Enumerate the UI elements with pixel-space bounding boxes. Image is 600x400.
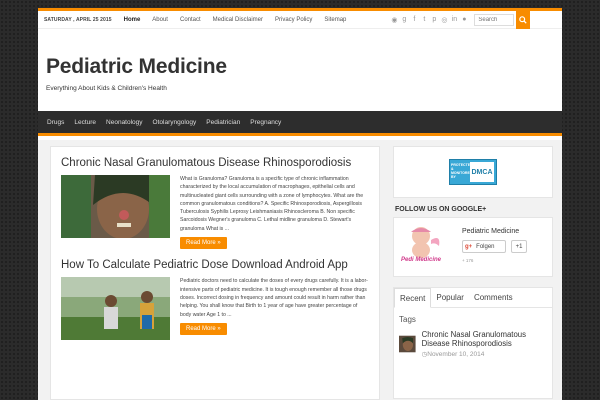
post-item: Chronic Nasal Granulomatous Disease Rhin… [51,147,379,250]
search-button[interactable] [516,10,531,29]
widget-tabs: Recent Popular Comments [394,288,552,308]
nav-drugs[interactable]: Drugs [42,119,69,126]
top-nav-privacy-policy[interactable]: Privacy Policy [269,11,318,29]
post-item: How To Calculate Pediatric Dose Download… [51,249,379,341]
nav-neonatology[interactable]: Neonatology [101,119,148,126]
read-more-button[interactable]: Read More » [180,237,227,250]
top-navigation: Home About Contact Medical Disclaimer Pr… [117,8,353,29]
follower-count: + 176 [462,258,474,263]
post-excerpt: Pediatric doctors need to calculate the … [180,278,368,318]
pinterest-icon[interactable]: p [430,16,438,24]
widget-title: FOLLOW US ON GOOGLE+ [395,206,487,213]
google-plus-icon[interactable]: g [400,16,408,24]
post-thumbnail[interactable] [61,175,170,238]
dmca-badge-logo: DMCA [470,162,494,182]
search-input[interactable] [474,13,515,26]
post-thumbnail[interactable] [61,277,170,341]
site-header: Pediatric Medicine Everything About Kids… [38,29,562,92]
top-nav-sitemap[interactable]: Sitemap [318,11,352,29]
rss-icon[interactable]: ◉ [390,16,398,24]
google-plus-widget: Pedi Medicine Pediatric Medicine g+ Folge… [393,217,553,277]
nav-otolaryngology[interactable]: Otolaryngology [148,119,202,126]
plus-one-button[interactable]: +1 [511,240,527,253]
linkedin-icon[interactable]: in [450,16,458,24]
tab-tags[interactable]: Tags [394,308,552,331]
post-title[interactable]: Chronic Nasal Granulomatous Disease Rhin… [61,157,369,169]
social-icons: ◉ g f t p ◎ in ● [390,16,468,24]
page-wrapper: SATURDAY , APRIL 25 2015 Home About Cont… [38,8,562,400]
google-plus-icon: g+ [465,243,473,250]
page-logo-image[interactable]: Pedi Medicine [401,222,447,270]
site-tagline: Everything About Kids & Children's Healt… [46,85,167,92]
flickr-icon[interactable]: ● [460,16,468,24]
dmca-widget: PROTECTED & MONITORED BY DMCA [393,146,553,198]
search-icon [519,15,528,24]
top-nav-home[interactable]: Home [117,8,147,29]
recent-post-date-text: November 10, 2014 [427,351,485,358]
nav-lecture[interactable]: Lecture [69,119,101,126]
post-excerpt: What is Granuloma? Granuloma is a specif… [180,176,364,232]
tabbed-widget: Recent Popular Comments Tags Chronic Nas… [393,287,553,399]
recent-post-title[interactable]: Chronic Nasal Granulomatous Disease Rhin… [422,330,547,348]
read-more-button[interactable]: Read More » [180,322,227,336]
google-plus-page-name[interactable]: Pediatric Medicine [462,228,519,235]
tab-recent[interactable]: Recent [394,288,432,308]
top-nav-contact[interactable]: Contact [174,11,207,29]
top-nav-about[interactable]: About [146,11,174,29]
follow-label: Folgen [476,243,495,250]
recent-post-date: ◷November 10, 2014 [422,350,547,358]
content-area: Chronic Nasal Granulomatous Disease Rhin… [38,140,562,400]
top-nav-medical-disclaimer[interactable]: Medical Disclaimer [207,11,269,29]
dribbble-icon[interactable]: ◎ [440,16,448,24]
recent-post-item[interactable]: Chronic Nasal Granulomatous Disease Rhin… [394,330,552,358]
main-navigation: Drugs Lecture Neonatology Otolaryngology… [38,111,562,136]
twitter-icon[interactable]: t [420,16,428,24]
recent-post-thumbnail[interactable] [399,331,416,357]
post-list: Chronic Nasal Granulomatous Disease Rhin… [50,146,380,400]
sidebar: PROTECTED & MONITORED BY DMCA FOLLOW US … [393,146,553,399]
dmca-badge[interactable]: PROTECTED & MONITORED BY DMCA [449,159,497,185]
follow-button[interactable]: g+ Folgen [462,240,506,253]
site-title[interactable]: Pediatric Medicine [46,55,562,79]
current-date: SATURDAY , APRIL 25 2015 [44,16,112,23]
tab-comments[interactable]: Comments [469,288,518,307]
nav-pregnancy[interactable]: Pregnancy [245,119,286,126]
top-bar: SATURDAY , APRIL 25 2015 Home About Cont… [38,8,562,29]
tab-popular[interactable]: Popular [431,288,469,307]
post-title[interactable]: How To Calculate Pediatric Dose Download… [61,259,369,271]
nav-pediatrician[interactable]: Pediatrician [201,119,245,126]
page-logo-caption: Pedi Medicine [401,257,442,263]
facebook-icon[interactable]: f [410,16,418,24]
dmca-badge-caption: PROTECTED & MONITORED BY [451,163,473,179]
